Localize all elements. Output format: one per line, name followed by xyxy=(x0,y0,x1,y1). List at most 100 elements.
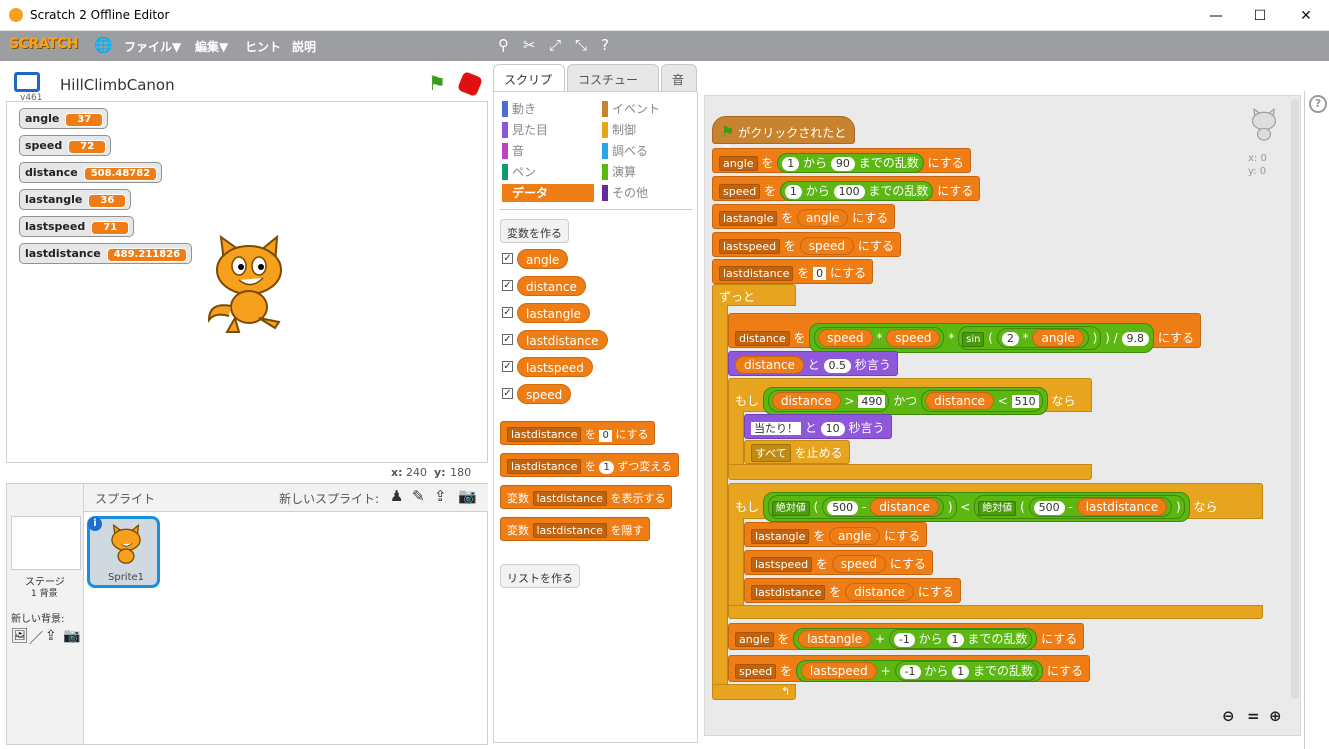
stop-all-block[interactable]: すべて を止める xyxy=(744,440,850,464)
backdrop-paint-icon[interactable]: 🖼 xyxy=(11,628,29,644)
globe-icon[interactable]: 🌐 xyxy=(94,36,113,54)
sprite-tile-sprite1[interactable]: i Sprite1 xyxy=(87,516,160,588)
tab-costumes[interactable]: コスチューム xyxy=(567,64,659,104)
maximize-button[interactable]: ☐ xyxy=(1237,0,1283,31)
palette-show-variable-block[interactable]: 変数 lastdistance を表示する xyxy=(500,485,673,509)
help-icon[interactable]: ? xyxy=(1309,95,1327,113)
backdrop-upload-icon[interactable]: ⇪ xyxy=(45,628,57,644)
var-checkbox-angle[interactable]: ✓ xyxy=(502,253,513,264)
zoom-in-icon[interactable]: ⊕ xyxy=(1269,707,1282,725)
backdrop-camera-icon[interactable]: 📷 xyxy=(63,628,80,644)
cat-sprite-icon[interactable] xyxy=(199,232,299,336)
set-angle-random-block[interactable]: angle を lastangle + -1 から 1 までの乱数 にする xyxy=(728,623,1085,650)
new-sprite-label: 新しいスプライト: xyxy=(279,492,380,506)
info-icon[interactable]: i xyxy=(88,517,102,531)
var-checkbox-lastdistance[interactable]: ✓ xyxy=(502,334,513,345)
set-lastspeed-inner-block[interactable]: lastspeed を speed にする xyxy=(744,550,933,575)
var-checkbox-lastangle[interactable]: ✓ xyxy=(502,307,513,318)
var-reporter-lastspeed[interactable]: lastspeed xyxy=(517,357,593,377)
monitor-angle[interactable]: angle 37 xyxy=(19,108,109,129)
monitor-lastdistance[interactable]: lastdistance 489.211826 xyxy=(19,243,193,264)
current-sprite-icon xyxy=(1251,107,1277,141)
script-scrollbar[interactable] xyxy=(1291,99,1299,699)
sprite-paint-icon[interactable]: ✎ xyxy=(412,487,425,505)
category-more[interactable]: その他 xyxy=(602,184,694,202)
sprite-upload-icon[interactable]: ⇪ xyxy=(434,487,447,505)
set-angle-block[interactable]: angle を 1 から 90 までの乱数 にする xyxy=(712,148,971,173)
var-reporter-speed[interactable]: speed xyxy=(517,384,572,404)
right-panel-edge: ? xyxy=(1304,91,1329,749)
delete-tool-icon[interactable]: ✂ xyxy=(523,36,536,54)
var-reporter-lastangle[interactable]: lastangle xyxy=(517,303,590,323)
sprite-library-icon[interactable]: ♟ xyxy=(390,487,403,505)
if-block-1-arm xyxy=(728,411,744,465)
var-checkbox-speed[interactable]: ✓ xyxy=(502,388,513,399)
var-checkbox-lastspeed[interactable]: ✓ xyxy=(502,361,513,372)
set-lastangle-inner-block[interactable]: lastangle を angle にする xyxy=(744,522,928,547)
var-reporter-lastdistance[interactable]: lastdistance xyxy=(517,330,608,350)
menu-about[interactable]: 説明 xyxy=(292,38,316,55)
category-data[interactable]: データ xyxy=(502,184,594,202)
monitor-speed[interactable]: speed 72 xyxy=(19,135,112,156)
palette-hide-variable-block[interactable]: 変数 lastdistance を隠す xyxy=(500,517,651,541)
category-motion[interactable]: 動き xyxy=(502,100,594,118)
sprite1-label: Sprite1 xyxy=(108,572,145,583)
stage[interactable]: angle 37 speed 72 distance 508.48782 lastan… xyxy=(6,101,488,463)
var-reporter-distance[interactable]: distance xyxy=(517,276,586,296)
say-hit-block[interactable]: 当たり！ と 10 秒言う xyxy=(744,414,892,439)
set-lastdistance-block[interactable]: lastdistance を 0 にする xyxy=(712,259,874,284)
category-control[interactable]: 制御 xyxy=(602,121,694,139)
sprites-header: スプライト xyxy=(95,492,156,506)
monitor-lastspeed[interactable]: lastspeed 71 xyxy=(19,216,135,237)
var-checkbox-distance[interactable]: ✓ xyxy=(502,280,513,291)
menu-edit[interactable]: 編集▼ xyxy=(195,38,228,55)
category-sensing[interactable]: 調べる xyxy=(602,142,694,160)
green-flag-icon[interactable]: ⚑ xyxy=(428,71,446,95)
say-distance-block[interactable]: distance と 0.5 秒言う xyxy=(728,351,898,376)
category-pen[interactable]: ペン xyxy=(502,163,594,181)
zoom-reset-icon[interactable]: = xyxy=(1247,707,1260,725)
scratch-logo[interactable]: SCRATCH xyxy=(9,36,78,52)
shrink-tool-icon[interactable]: ⤡ xyxy=(575,36,587,54)
presentation-mode-icon[interactable] xyxy=(14,72,40,92)
if-block-1[interactable]: もし distance > 490 かつ distance < 510 なら xyxy=(728,378,1092,415)
monitor-distance[interactable]: distance 508.48782 xyxy=(19,162,163,183)
set-speed-random-block[interactable]: speed を lastspeed + -1 から 1 までの乱数 にする xyxy=(728,655,1090,682)
close-button[interactable]: ✕ xyxy=(1283,0,1329,31)
zoom-out-icon[interactable]: ⊖ xyxy=(1222,707,1235,725)
palette-set-variable-block[interactable]: lastdistance を 0 にする xyxy=(500,421,656,445)
stage-thumbnail[interactable] xyxy=(11,516,81,570)
palette-change-variable-block[interactable]: lastdistance を 1 ずつ変える xyxy=(500,453,679,477)
when-flag-clicked-block[interactable]: ⚑ がクリックされたとき xyxy=(712,116,855,157)
make-list-button[interactable]: リストを作る xyxy=(500,564,580,588)
project-title[interactable]: HillClimbCanon xyxy=(60,76,175,94)
sprite-y-label: y: 0 xyxy=(1248,166,1267,177)
forever-block[interactable]: ずっと xyxy=(712,284,796,306)
scratch-app-icon xyxy=(9,8,23,22)
menu-hints[interactable]: ヒント xyxy=(245,38,281,55)
stop-sign-icon[interactable] xyxy=(456,70,484,98)
minimize-button[interactable]: — xyxy=(1193,0,1239,31)
tab-scripts[interactable]: スクリプト xyxy=(493,64,565,104)
title-bar: Scratch 2 Offline Editor — ☐ ✕ xyxy=(0,0,1329,31)
help-tool-icon[interactable]: ? xyxy=(601,36,609,54)
category-sound[interactable]: 音 xyxy=(502,142,594,160)
grow-tool-icon[interactable]: ⤢ xyxy=(549,36,561,54)
category-looks[interactable]: 見た目 xyxy=(502,121,594,139)
tab-sounds[interactable]: 音 xyxy=(661,64,697,92)
set-lastdistance-inner-block[interactable]: lastdistance を distance にする xyxy=(744,578,961,603)
category-operators[interactable]: 演算 xyxy=(602,163,694,181)
menu-file[interactable]: ファイル▼ xyxy=(124,38,181,55)
category-events[interactable]: イベント xyxy=(602,100,694,118)
monitor-lastangle[interactable]: lastangle 36 xyxy=(19,189,132,210)
sprite-camera-icon[interactable]: 📷 xyxy=(458,487,477,505)
set-lastspeed-block[interactable]: lastspeed を speed にする xyxy=(712,232,901,257)
backdrop-brush-icon[interactable]: ／ xyxy=(29,628,43,648)
make-variable-button[interactable]: 変数を作る xyxy=(500,219,569,243)
set-speed-block[interactable]: speed を 1 から 100 までの乱数 にする xyxy=(712,176,981,201)
set-lastangle-block[interactable]: lastangle を angle にする xyxy=(712,204,896,229)
var-reporter-angle[interactable]: angle xyxy=(517,249,569,269)
if-block-2[interactable]: もし 絶対値 ( 500 - distance ) < 絶対値 ( 500 - … xyxy=(728,483,1263,522)
duplicate-tool-icon[interactable]: ⚲ xyxy=(498,36,509,54)
set-distance-block[interactable]: distance を speed * speed * sin ( 2 * ang… xyxy=(728,313,1201,353)
